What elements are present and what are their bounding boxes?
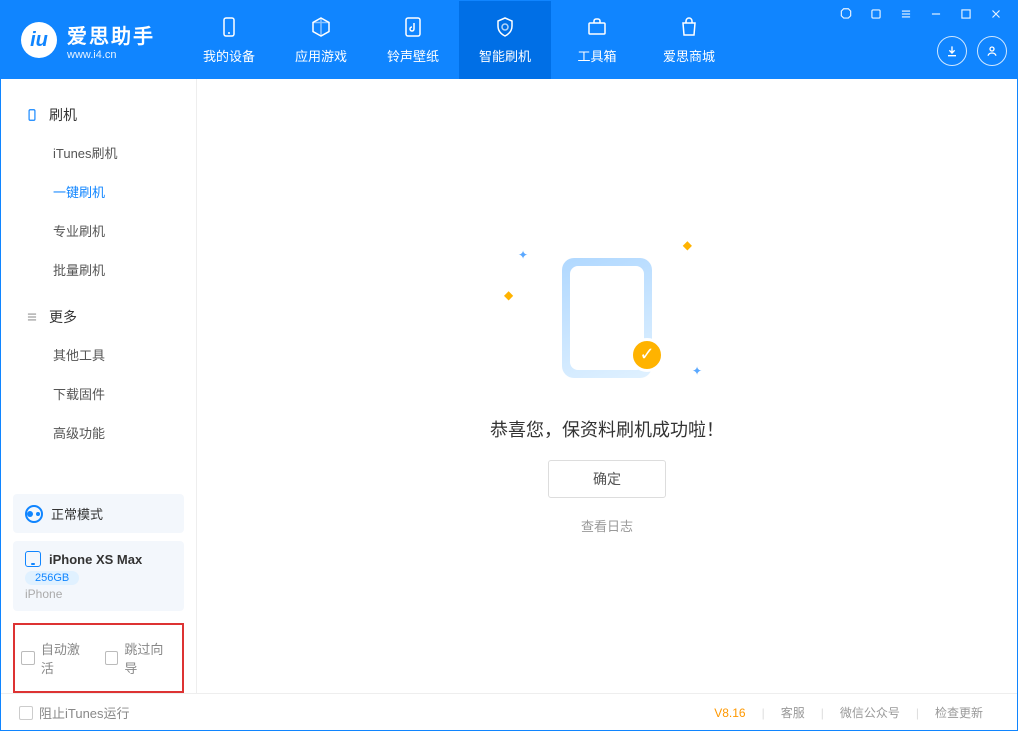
maximize-button[interactable] [955,5,977,26]
section-title: 刷机 [49,105,77,125]
bag-icon [677,15,701,42]
checkbox-label: 阻止iTunes运行 [39,703,130,722]
nav-ringtone[interactable]: 铃声壁纸 [367,1,459,79]
feedback-icon[interactable] [835,5,857,26]
auto-activate-checkbox[interactable]: 自动激活 [21,639,93,677]
checkbox-icon [21,651,35,665]
app-subtitle: www.i4.cn [67,49,155,61]
checkbox-label: 跳过向导 [124,639,176,677]
nav-apps[interactable]: 应用游戏 [275,1,367,79]
block-itunes-checkbox[interactable]: 阻止iTunes运行 [19,703,130,722]
checkbox-icon [19,706,33,720]
nav-label: 我的设备 [203,46,255,65]
nav-label: 爱思商城 [663,46,715,65]
close-button[interactable] [985,5,1007,26]
main-content: ✦ ◆ ◆ ✦ ✓ 恭喜您，保资料刷机成功啦！ 确定 查看日志 [197,79,1017,693]
storage-badge: 256GB [25,571,79,585]
device-name: iPhone XS Max [49,552,142,567]
download-button[interactable] [937,36,967,66]
music-file-icon [401,15,425,42]
skip-guide-checkbox[interactable]: 跳过向导 [105,639,177,677]
sparkle-icon: ◆ [683,238,692,252]
nav-label: 铃声壁纸 [387,46,439,65]
sidebar-item-oneclick-flash[interactable]: 一键刷机 [1,172,196,211]
highlighted-checkbox-area: 自动激活 跳过向导 [13,623,184,693]
user-button[interactable] [977,36,1007,66]
sidebar-item-advanced[interactable]: 高级功能 [1,413,196,452]
phone-illustration: ✓ [562,258,652,378]
skin-icon[interactable] [865,5,887,26]
app-header: iu 爱思助手 www.i4.cn 我的设备 应用游戏 铃声壁纸 智能刷机 工具… [1,1,1017,79]
sidebar-section-more: 更多 [1,299,196,335]
mode-label: 正常模式 [51,504,103,523]
window-controls [835,5,1007,26]
mode-card[interactable]: 正常模式 [13,494,184,533]
success-check-icon: ✓ [630,338,664,372]
sidebar-section-flash: 刷机 [1,97,196,133]
section-title: 更多 [49,307,77,327]
footer: 阻止iTunes运行 V8.16 | 客服 | 微信公众号 | 检查更新 [1,693,1017,731]
checkbox-label: 自动激活 [41,639,93,677]
view-log-link[interactable]: 查看日志 [581,516,633,535]
mode-icon [25,505,43,523]
nav-flash[interactable]: 智能刷机 [459,1,551,79]
main-nav: 我的设备 应用游戏 铃声壁纸 智能刷机 工具箱 爱思商城 [183,1,735,79]
device-card[interactable]: iPhone XS Max 256GB iPhone [13,541,184,611]
list-icon [25,310,39,324]
device-phone-icon [25,551,41,567]
version-label: V8.16 [698,706,761,720]
phone-outline-icon [25,108,39,122]
app-logo-icon: iu [21,22,57,58]
phone-icon [217,15,241,42]
cube-icon [309,15,333,42]
menu-icon[interactable] [895,5,917,26]
nav-toolbox[interactable]: 工具箱 [551,1,643,79]
nav-my-device[interactable]: 我的设备 [183,1,275,79]
ok-button[interactable]: 确定 [548,460,666,498]
nav-store[interactable]: 爱思商城 [643,1,735,79]
nav-label: 智能刷机 [479,46,531,65]
header-right [835,1,1017,79]
sidebar-item-other-tools[interactable]: 其他工具 [1,335,196,374]
device-type: iPhone [25,587,172,601]
checkbox-icon [105,651,119,665]
shield-refresh-icon [493,15,517,42]
success-message: 恭喜您，保资料刷机成功啦！ [490,416,724,442]
sidebar-item-itunes-flash[interactable]: iTunes刷机 [1,133,196,172]
footer-link-wechat[interactable]: 微信公众号 [824,704,916,721]
app-title: 爱思助手 [67,20,155,49]
nav-label: 工具箱 [577,46,616,65]
footer-link-support[interactable]: 客服 [765,704,821,721]
minimize-button[interactable] [925,5,947,26]
sparkle-icon: ✦ [518,248,528,262]
footer-link-update[interactable]: 检查更新 [919,704,999,721]
sidebar-item-download-firmware[interactable]: 下载固件 [1,374,196,413]
sidebar-item-batch-flash[interactable]: 批量刷机 [1,250,196,289]
nav-label: 应用游戏 [295,46,347,65]
sparkle-icon: ✦ [692,364,702,378]
logo-area: iu 爱思助手 www.i4.cn [1,1,175,79]
sidebar: 刷机 iTunes刷机 一键刷机 专业刷机 批量刷机 更多 其他工具 下载固件 … [1,79,197,693]
sparkle-icon: ◆ [504,288,513,302]
sidebar-item-pro-flash[interactable]: 专业刷机 [1,211,196,250]
briefcase-icon [585,15,609,42]
